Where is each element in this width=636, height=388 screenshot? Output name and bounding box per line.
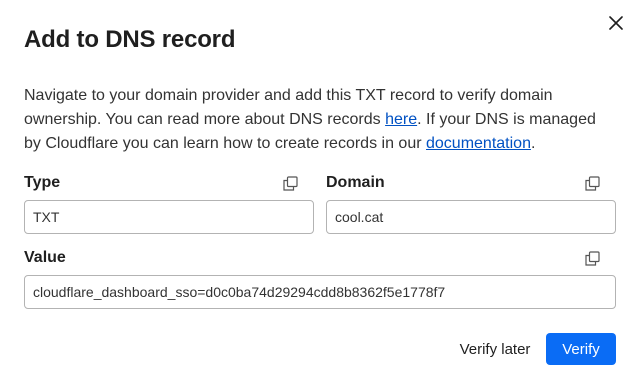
verify-button[interactable]: Verify: [546, 333, 616, 365]
close-button[interactable]: [606, 13, 626, 33]
copy-icon: [584, 250, 600, 266]
dialog-description: Navigate to your domain provider and add…: [24, 84, 616, 156]
close-icon: [609, 16, 623, 30]
domain-field[interactable]: [326, 200, 616, 234]
value-label: Value: [24, 249, 66, 266]
copy-type-button[interactable]: [282, 175, 298, 191]
type-field[interactable]: [24, 200, 314, 234]
copy-value-button[interactable]: [584, 250, 600, 266]
description-text-3: .: [530, 135, 536, 152]
type-label: Type: [24, 174, 61, 191]
documentation-link[interactable]: documentation: [426, 135, 531, 152]
copy-icon: [282, 175, 298, 191]
domain-label: Domain: [326, 174, 385, 191]
here-link[interactable]: here: [385, 111, 417, 128]
copy-domain-button[interactable]: [584, 175, 600, 191]
verify-later-button[interactable]: Verify later: [450, 333, 540, 365]
copy-icon: [584, 175, 600, 191]
value-field[interactable]: [24, 275, 616, 309]
add-dns-record-dialog: Add to DNS record Navigate to your domai…: [0, 0, 636, 388]
dialog-title: Add to DNS record: [24, 26, 236, 53]
